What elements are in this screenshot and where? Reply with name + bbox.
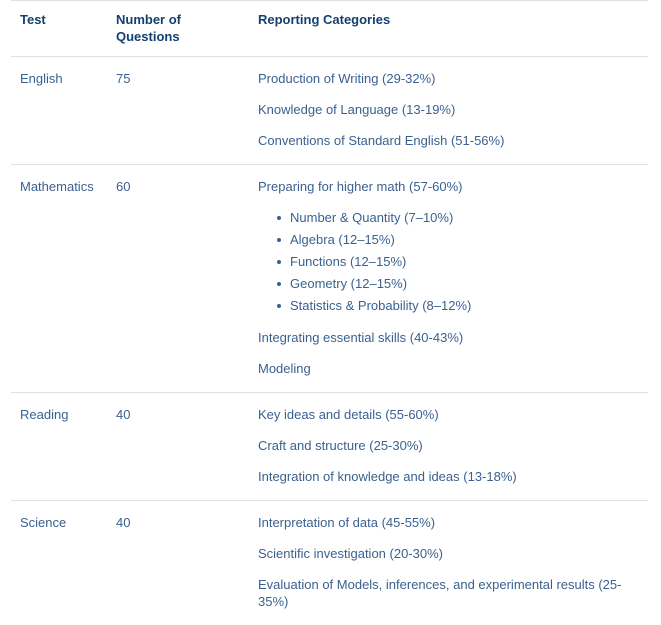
table-row: Science40Interpretation of data (45-55%)…	[11, 501, 648, 625]
reporting-category-item: Scientific investigation (20-30%)	[258, 545, 640, 562]
table-row: Mathematics60Preparing for higher math (…	[11, 165, 648, 393]
cell-question-count: 75	[107, 57, 249, 165]
cell-reporting-categories: Production of Writing (29-32%) Knowledge …	[249, 57, 648, 165]
cell-test-name: English	[11, 57, 107, 165]
reporting-subcategory-label: Geometry (12–15%)	[290, 276, 407, 291]
test-specifications-table: Test Number of Questions Reporting Categ…	[11, 0, 648, 625]
table-row: Reading40 Key ideas and details (55-60%) C…	[11, 393, 648, 501]
table-header-row: Test Number of Questions Reporting Categ…	[11, 1, 648, 57]
table-header: Test Number of Questions Reporting Categ…	[11, 1, 648, 57]
cell-reporting-categories: Preparing for higher math (57-60%) Number…	[249, 165, 648, 393]
table-body: English75 Production of Writing (29-32%) K…	[11, 57, 648, 625]
bullet-icon	[277, 304, 281, 308]
reporting-subcategory-item: Geometry (12–15%)	[258, 275, 640, 293]
reporting-category-item: Knowledge of Language (13-19%)	[258, 101, 640, 118]
bullet-icon	[277, 216, 281, 220]
reporting-category-item: Preparing for higher math (57-60%)	[258, 178, 640, 195]
reporting-subcategory-item: Number & Quantity (7–10%)	[258, 209, 640, 227]
column-header-test: Test	[11, 1, 107, 57]
bullet-icon	[277, 260, 281, 264]
reporting-category-item: Craft and structure (25-30%)	[258, 437, 640, 454]
reporting-category-item: Interpretation of data (45-55%)	[258, 514, 640, 531]
reporting-category-item: Conventions of Standard English (51-56%)	[258, 132, 640, 149]
test-specifications-container: Test Number of Questions Reporting Categ…	[0, 0, 661, 625]
reporting-subcategory-item: Functions (12–15%)	[258, 253, 640, 271]
reporting-category-item: Integrating essential skills (40-43%)	[258, 329, 640, 346]
table-row: English75 Production of Writing (29-32%) K…	[11, 57, 648, 165]
cell-question-count: 40	[107, 393, 249, 501]
reporting-subcategory-item: Algebra (12–15%)	[258, 231, 640, 249]
cell-test-name: Reading	[11, 393, 107, 501]
reporting-subcategory-label: Number & Quantity (7–10%)	[290, 210, 453, 225]
reporting-subcategory-label: Statistics & Probability (8–12%)	[290, 298, 471, 313]
reporting-category-item: Evaluation of Models, inferences, and ex…	[258, 576, 640, 610]
cell-question-count: 60	[107, 165, 249, 393]
cell-question-count: 40	[107, 501, 249, 625]
bullet-icon	[277, 282, 281, 286]
cell-reporting-categories: Key ideas and details (55-60%) Craft and …	[249, 393, 648, 501]
cell-test-name: Mathematics	[11, 165, 107, 393]
reporting-subcategory-item: Statistics & Probability (8–12%)	[258, 297, 640, 315]
cell-test-name: Science	[11, 501, 107, 625]
reporting-subcategory-label: Functions (12–15%)	[290, 254, 406, 269]
reporting-category-item: Key ideas and details (55-60%)	[258, 406, 640, 423]
cell-reporting-categories: Interpretation of data (45-55%) Scientifi…	[249, 501, 648, 625]
reporting-subcategory-label: Algebra (12–15%)	[290, 232, 395, 247]
reporting-category-item: Modeling	[258, 360, 640, 377]
reporting-category-item: Production of Writing (29-32%)	[258, 70, 640, 87]
reporting-category-item: Integration of knowledge and ideas (13-1…	[258, 468, 640, 485]
bullet-icon	[277, 238, 281, 242]
column-header-number-of-questions: Number of Questions	[107, 1, 249, 57]
column-header-reporting-categories: Reporting Categories	[249, 1, 648, 57]
reporting-subcategory-list: Number & Quantity (7–10%) Algebra (12–15%…	[258, 209, 640, 315]
